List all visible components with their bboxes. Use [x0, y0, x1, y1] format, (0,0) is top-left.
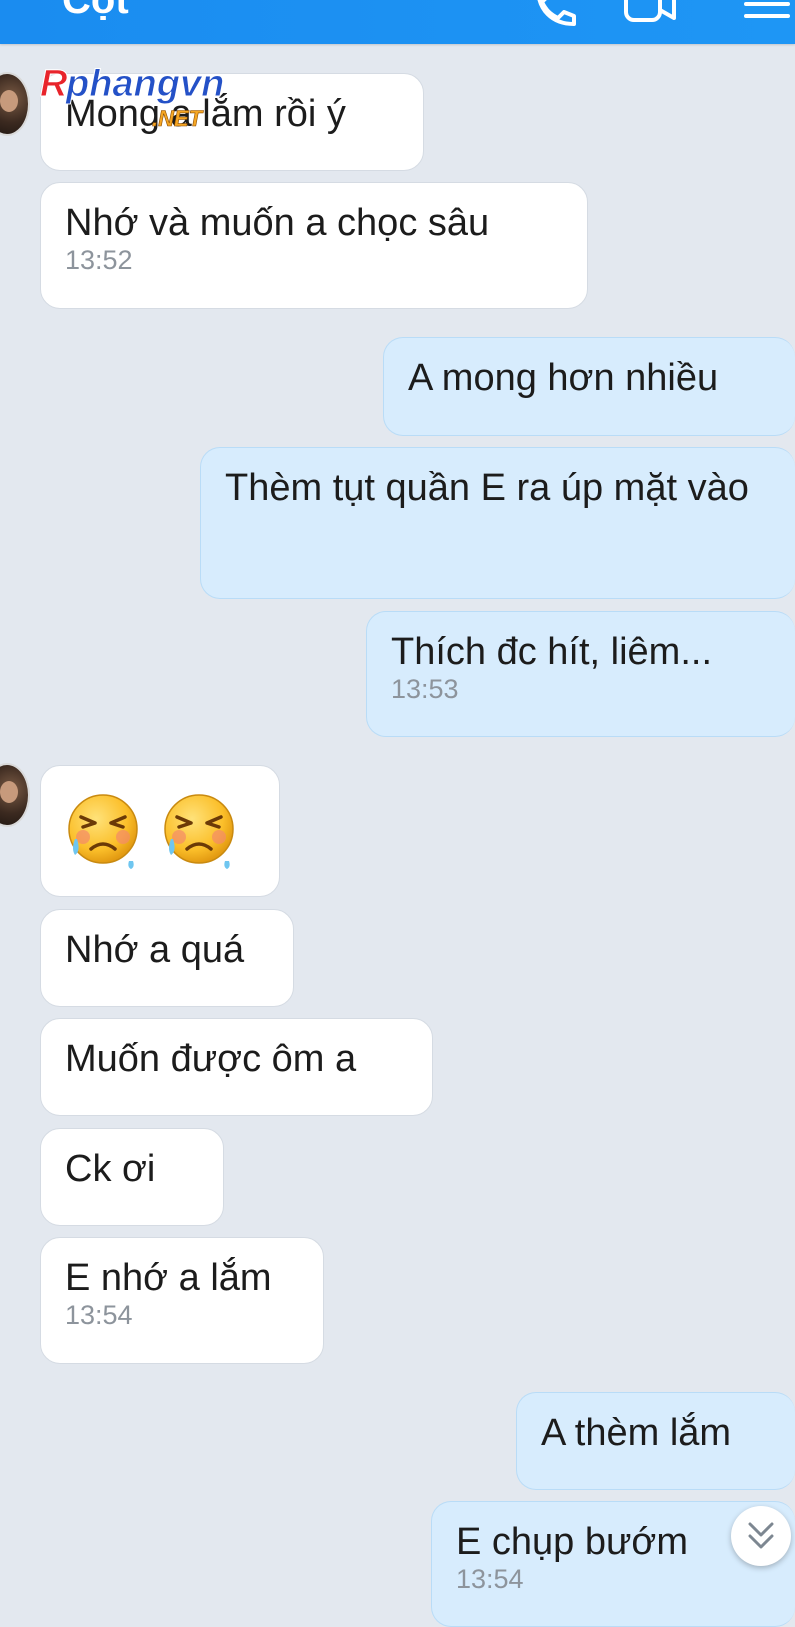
- contact-name[interactable]: Cột: [62, 0, 129, 23]
- crying-angry-face-emoji: [68, 794, 138, 869]
- message-text: E nhớ a lắm: [65, 1257, 272, 1299]
- message-text: A mong hơn nhiều: [408, 357, 719, 399]
- double-chevron-down-icon: [748, 1522, 774, 1549]
- message-text: E chụp bướm: [456, 1521, 689, 1563]
- message-bubble-incoming[interactable]: E nhớ a lắm 13:54: [40, 1237, 324, 1364]
- crying-angry-face-emoji: [164, 794, 234, 869]
- message-text: Thèm tụt quần E ra úp mặt vào: [225, 467, 749, 509]
- watermark-logo: R phangvn .NET: [40, 63, 225, 129]
- contact-avatar[interactable]: [0, 72, 30, 136]
- message-bubble-incoming[interactable]: Nhớ và muốn a chọc sâu 13:52: [40, 182, 588, 309]
- message-timestamp: 13:54: [65, 1300, 133, 1330]
- message-bubble-incoming[interactable]: [40, 765, 280, 897]
- message-bubble-incoming[interactable]: Ck ơi: [40, 1128, 224, 1226]
- message-text: Thích đc hít, liêm...: [391, 631, 712, 673]
- chat-header: Cột: [0, 0, 795, 44]
- message-text: Nhớ a quá: [65, 929, 245, 971]
- contact-avatar[interactable]: [0, 763, 30, 827]
- message-bubble-outgoing[interactable]: A mong hơn nhiều: [383, 337, 795, 436]
- message-text: Nhớ và muốn a chọc sâu: [65, 202, 490, 244]
- message-bubble-outgoing[interactable]: Thích đc hít, liêm... 13:53: [366, 611, 795, 737]
- message-bubble-outgoing[interactable]: Thèm tụt quần E ra úp mặt vào: [200, 447, 795, 599]
- message-timestamp: 13:54: [456, 1564, 524, 1594]
- svg-text:R: R: [40, 63, 68, 105]
- message-text: A thèm lắm: [541, 1412, 732, 1454]
- message-text: Ck ơi: [65, 1148, 156, 1190]
- message-bubble-outgoing[interactable]: A thèm lắm: [516, 1392, 795, 1490]
- video-call-icon[interactable]: [620, 0, 680, 32]
- menu-icon[interactable]: [738, 0, 794, 32]
- message-text: Muốn được ôm a: [65, 1038, 357, 1080]
- scroll-to-bottom-button[interactable]: [731, 1506, 791, 1566]
- svg-text:.NET: .NET: [152, 106, 204, 128]
- call-icon[interactable]: [530, 0, 580, 32]
- message-timestamp: 13:53: [391, 674, 459, 704]
- svg-text:phangvn: phangvn: [65, 63, 224, 105]
- message-bubble-incoming[interactable]: Nhớ a quá: [40, 909, 294, 1007]
- message-timestamp: 13:52: [65, 245, 133, 275]
- message-bubble-incoming[interactable]: Muốn được ôm a: [40, 1018, 433, 1116]
